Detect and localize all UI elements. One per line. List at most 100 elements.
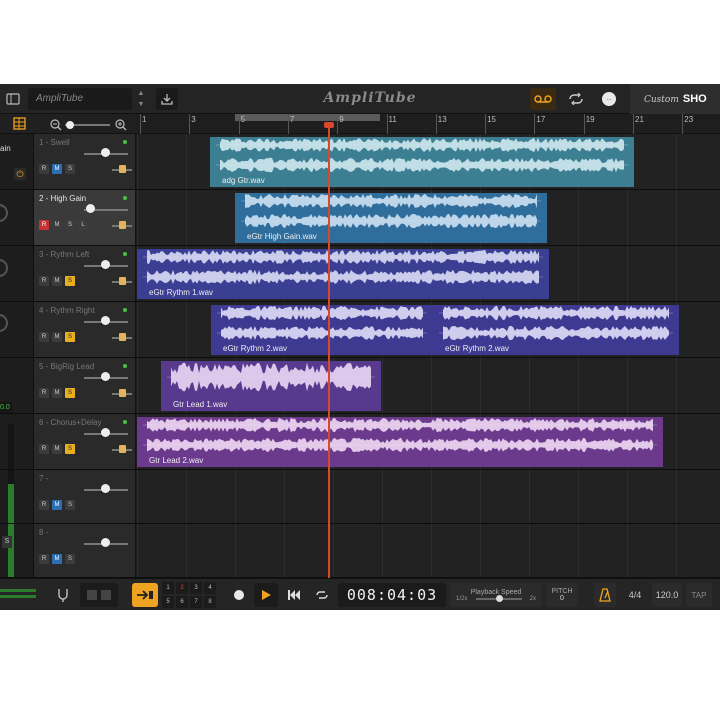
pan-slider-handle[interactable]: [119, 389, 126, 397]
track-select-button[interactable]: 4: [204, 582, 216, 594]
record-arm-button[interactable]: R: [39, 332, 49, 342]
track-select-button[interactable]: 5: [162, 596, 174, 608]
volume-fader-handle[interactable]: [101, 428, 110, 437]
pan-slider-handle[interactable]: [119, 445, 126, 453]
recorder-icon[interactable]: [530, 88, 556, 110]
grid-line: [333, 524, 334, 577]
menu-icon[interactable]: [2, 88, 24, 110]
record-arm-button[interactable]: R: [39, 554, 49, 564]
solo-button[interactable]: S: [65, 220, 75, 230]
volume-fader-handle[interactable]: [101, 538, 110, 547]
zoom-slider-handle[interactable]: [66, 121, 74, 129]
ruler-number: 19: [585, 115, 595, 124]
track-header[interactable]: 7 - RMS: [34, 470, 136, 523]
pan-slider-handle[interactable]: [119, 221, 126, 229]
track-header[interactable]: 3 - Rythm Left R M S: [34, 246, 136, 301]
speed-slider[interactable]: [475, 594, 522, 602]
preset-name-field[interactable]: AmpliTube: [28, 88, 132, 110]
audio-clip[interactable]: eGtr Rythm 1.wav: [137, 249, 549, 299]
solo-button[interactable]: S: [65, 500, 75, 510]
track-select-button[interactable]: 6: [176, 596, 188, 608]
tap-button[interactable]: TAP: [686, 583, 712, 607]
loop-icon[interactable]: [563, 88, 589, 110]
loop-region[interactable]: [235, 114, 380, 121]
audio-clip[interactable]: Gtr Lead 2.wav: [137, 417, 663, 467]
preset-arrows[interactable]: ▲ ▼: [134, 88, 148, 110]
pan-slider-handle[interactable]: [119, 277, 126, 285]
record-arm-button[interactable]: R: [39, 276, 49, 286]
track-lane[interactable]: adg Gtr.wav: [137, 134, 720, 189]
track-select-button[interactable]: 8: [204, 596, 216, 608]
track-select-button[interactable]: 1: [162, 582, 174, 594]
track-header[interactable]: 2 - High Gain R M S L: [34, 190, 136, 245]
mute-button[interactable]: M: [52, 444, 62, 454]
speed-slider-handle[interactable]: [495, 594, 503, 602]
audio-clip[interactable]: eGtr Rythm 2.wav: [211, 305, 433, 355]
track-select-button[interactable]: 7: [190, 596, 202, 608]
playhead[interactable]: [328, 123, 330, 579]
pitch-control[interactable]: PITCH 0: [546, 583, 578, 607]
solo-button[interactable]: S: [65, 164, 75, 174]
mute-button[interactable]: M: [52, 276, 62, 286]
track-lane[interactable]: eGtr Rythm 1.wav: [137, 246, 720, 301]
metronome-icon[interactable]: [594, 583, 616, 607]
view-toggle[interactable]: [80, 583, 118, 607]
track-select-button[interactable]: 2: [176, 582, 188, 594]
custom-shop-button[interactable]: Custom SHO: [630, 84, 720, 114]
track-lane[interactable]: [137, 524, 720, 577]
audio-clip[interactable]: eGtr Rythm 2.wav: [433, 305, 679, 355]
mute-button[interactable]: M: [52, 388, 62, 398]
volume-fader-handle[interactable]: [101, 372, 110, 381]
solo-button[interactable]: S: [65, 276, 75, 286]
time-signature[interactable]: 4/4: [622, 583, 648, 607]
play-button[interactable]: [254, 583, 278, 607]
solo-button[interactable]: S: [65, 444, 75, 454]
save-icon[interactable]: [156, 88, 178, 110]
loop-button[interactable]: [310, 583, 334, 607]
solo-button[interactable]: S: [65, 388, 75, 398]
link-button[interactable]: L: [78, 220, 88, 230]
pan-slider-handle[interactable]: [119, 333, 126, 341]
track-header[interactable]: 8 - RMS: [34, 524, 136, 577]
record-arm-button[interactable]: R: [39, 388, 49, 398]
import-icon[interactable]: [132, 583, 158, 607]
mute-button[interactable]: M: [52, 220, 62, 230]
rewind-button[interactable]: [282, 583, 306, 607]
track-lane[interactable]: eGtr High Gain.wav: [137, 190, 720, 245]
grid-icon[interactable]: [13, 117, 27, 131]
pan-slider-handle[interactable]: [119, 165, 126, 173]
record-arm-button[interactable]: R: [39, 220, 49, 230]
track-select-button[interactable]: 3: [190, 582, 202, 594]
audio-clip[interactable]: Gtr Lead 1.wav: [161, 361, 381, 411]
mute-button[interactable]: M: [52, 554, 62, 564]
solo-button[interactable]: S: [65, 554, 75, 564]
track-header[interactable]: 6 - Chorus+Delay R M S: [34, 414, 136, 469]
record-button[interactable]: [228, 583, 250, 607]
audio-clip[interactable]: eGtr High Gain.wav: [235, 193, 547, 243]
track-header[interactable]: 1 - Swell R M S: [34, 134, 136, 189]
track-header[interactable]: 5 - BigRig Lead R M S: [34, 358, 136, 413]
cloud-icon[interactable]: ᐧᐧᐧ: [598, 88, 620, 110]
timeline-ruler[interactable]: 1 3 5 7 9 11 13 15 17 19 21 23: [136, 114, 720, 134]
volume-fader-handle[interactable]: [101, 484, 110, 493]
mute-button[interactable]: M: [52, 500, 62, 510]
track-lane[interactable]: Gtr Lead 1.wav: [137, 358, 720, 413]
track-header[interactable]: 4 - Rythm Right R M S: [34, 302, 136, 357]
track-lane[interactable]: Gtr Lead 2.wav: [137, 414, 720, 469]
tuner-icon[interactable]: [52, 583, 74, 607]
record-arm-button[interactable]: R: [39, 500, 49, 510]
tempo-field[interactable]: 120.0: [652, 583, 682, 607]
audio-clip[interactable]: adg Gtr.wav: [210, 137, 634, 187]
track-lane[interactable]: [137, 470, 720, 523]
clip-label: Gtr Lead 1.wav: [173, 400, 228, 409]
record-arm-button[interactable]: R: [39, 444, 49, 454]
solo-button[interactable]: S: [65, 332, 75, 342]
volume-fader-handle[interactable]: [101, 316, 110, 325]
track-lane[interactable]: eGtr Rythm 2.wav eGtr Rythm 2.wav: [137, 302, 720, 357]
volume-fader-handle[interactable]: [86, 204, 95, 213]
mute-button[interactable]: M: [52, 164, 62, 174]
volume-fader-handle[interactable]: [101, 260, 110, 269]
mute-button[interactable]: M: [52, 332, 62, 342]
record-arm-button[interactable]: R: [39, 164, 49, 174]
volume-fader-handle[interactable]: [101, 148, 110, 157]
